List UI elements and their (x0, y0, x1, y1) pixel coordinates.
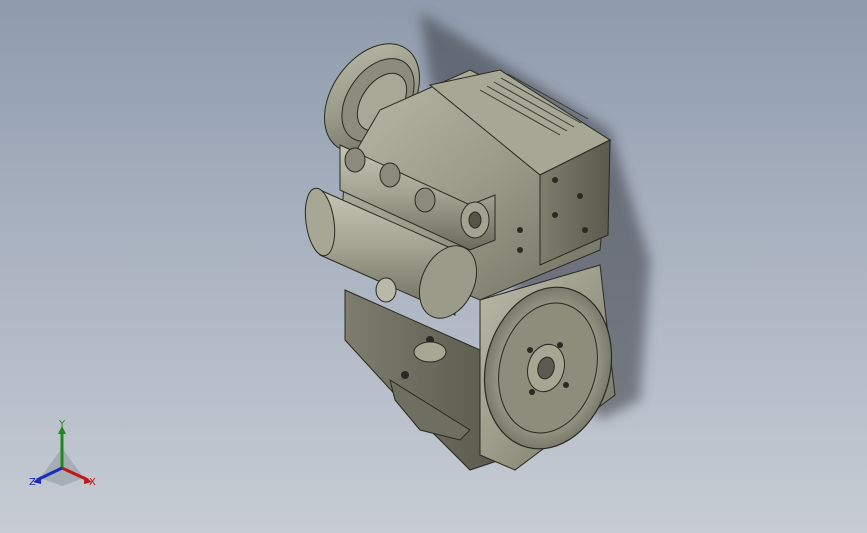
engine-3d-model[interactable] (0, 0, 867, 533)
y-axis-label: Y (59, 419, 66, 430)
z-axis-label: Z (29, 477, 36, 488)
x-axis-label: X (89, 477, 96, 488)
lower-crankcase (344, 289, 501, 471)
coordinate-triad: Y X Z (22, 418, 112, 498)
graphics-viewport[interactable]: Y X Z (0, 0, 867, 533)
